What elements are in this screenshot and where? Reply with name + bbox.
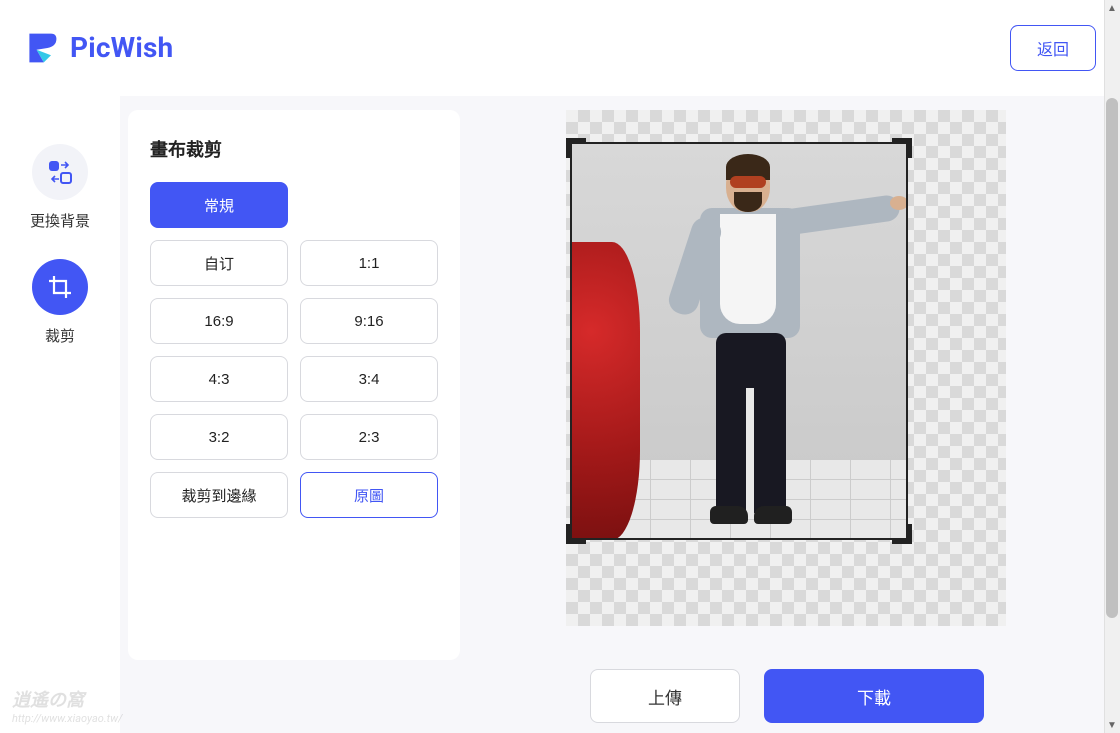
rail-label: 裁剪 [45, 325, 75, 346]
rail-change-background[interactable]: 更換背景 [30, 144, 90, 231]
opt-trim-edges[interactable]: 裁剪到邊緣 [150, 472, 288, 518]
opt-3-4[interactable]: 3:4 [300, 356, 438, 402]
scroll-thumb[interactable] [1106, 98, 1118, 618]
crop-options-panel: 畫布裁剪 常規 自订 1:1 16:9 9:16 4:3 3:4 3:2 2:3… [128, 110, 460, 660]
back-button[interactable]: 返回 [1010, 25, 1096, 71]
logo[interactable]: PicWish [24, 30, 173, 66]
opt-4-3[interactable]: 4:3 [150, 356, 288, 402]
crop-handle-br[interactable] [892, 524, 912, 544]
rail-crop[interactable]: 裁剪 [32, 259, 88, 346]
scroll-up-icon[interactable]: ▲ [1104, 0, 1120, 16]
opt-3-2[interactable]: 3:2 [150, 414, 288, 460]
upload-button[interactable]: 上傳 [590, 669, 740, 723]
rail-label: 更換背景 [30, 210, 90, 231]
canvas-area [460, 110, 1104, 733]
crop-frame[interactable] [570, 142, 908, 540]
opt-16-9[interactable]: 16:9 [150, 298, 288, 344]
vertical-scrollbar[interactable]: ▲ ▼ [1104, 0, 1120, 733]
picwish-logo-icon [24, 30, 60, 66]
crop-handle-tl[interactable] [566, 138, 586, 158]
opt-2-3[interactable]: 2:3 [300, 414, 438, 460]
bottom-actions: 上傳 下載 [590, 669, 984, 723]
crop-icon [32, 259, 88, 315]
canvas-checker[interactable] [566, 110, 1006, 626]
download-button[interactable]: 下載 [764, 669, 984, 723]
opt-custom[interactable]: 自订 [150, 240, 288, 286]
opt-9-16[interactable]: 9:16 [300, 298, 438, 344]
panel-title: 畫布裁剪 [150, 136, 438, 162]
workspace: 畫布裁剪 常規 自订 1:1 16:9 9:16 4:3 3:4 3:2 2:3… [120, 96, 1104, 733]
opt-regular[interactable]: 常規 [150, 182, 288, 228]
left-rail: 更換背景 裁剪 [0, 96, 120, 733]
change-background-icon [32, 144, 88, 200]
opt-original[interactable]: 原圖 [300, 472, 438, 518]
crop-handle-tr[interactable] [892, 138, 912, 158]
logo-text: PicWish [70, 31, 173, 64]
opt-1-1[interactable]: 1:1 [300, 240, 438, 286]
scroll-down-icon[interactable]: ▼ [1104, 717, 1120, 733]
crop-handle-bl[interactable] [566, 524, 586, 544]
header: PicWish 返回 [0, 0, 1120, 96]
